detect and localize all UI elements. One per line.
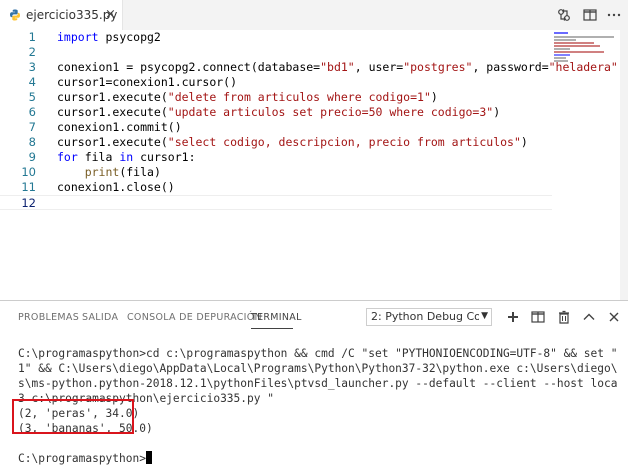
terminal-prompt: C:\programaspython> [18,452,146,465]
tab-title: ejercicio335.py [26,8,118,22]
line-number: 9 [28,150,36,164]
chevron-down-icon: ▼ [481,311,488,321]
compare-changes-icon[interactable] [556,7,572,23]
line-number: 8 [28,135,36,149]
terminal-cursor [145,451,152,464]
editor-tab-bar: ejercicio335.py × [0,0,628,30]
tab-ejercicio335[interactable]: ejercicio335.py × [0,0,123,30]
code-line-1: import psycopg2 [57,30,161,44]
line-number: 11 [21,180,36,194]
code-line-9: for fila in cursor1: [57,150,196,164]
code-editor[interactable]: 1 import psycopg2 2 3 conexion1 = psycop… [0,30,628,300]
close-icon[interactable] [606,309,622,325]
split-editor-icon[interactable] [582,7,598,23]
code-line-6: cursor1.execute("update articulos set pr… [57,105,501,119]
line-number: 4 [28,75,36,89]
terminal-prompt-line: C:\programaspython> [18,451,618,466]
code-line-8: cursor1.execute("select codigo, descripc… [57,135,528,149]
output-highlight-box [12,399,134,434]
code-line-4: cursor1=conexion1.cursor() [57,75,238,89]
tab-consola-depuracion[interactable]: CONSOLA DE DEPURACIÓN [127,312,262,323]
tab-problemas[interactable]: PROBLEMAS [18,312,79,323]
add-terminal-icon[interactable] [505,309,521,325]
trash-icon[interactable] [556,309,572,325]
minimap[interactable] [552,30,628,300]
active-tab-indicator [251,328,293,329]
line-number: 10 [21,165,36,179]
more-actions-icon[interactable] [606,7,622,23]
tab-terminal[interactable]: TERMINAL [251,312,302,323]
line-number: 5 [28,90,36,104]
line-number: 3 [28,60,36,74]
code-line-7: conexion1.commit() [57,120,182,134]
code-line-10: print(fila) [84,165,161,179]
terminal-select[interactable]: 2: Python Debug Consc ▼ [366,308,492,326]
python-file-icon [10,9,20,21]
line-number: 12 [21,196,36,210]
bottom-panel: PROBLEMAS SALIDA CONSOLA DE DEPURACIÓN T… [0,300,628,471]
chevron-up-icon[interactable] [581,309,597,325]
terminal-select-value: 2: Python Debug Consc [371,310,479,323]
line-number: 7 [28,120,36,134]
line-number: 1 [28,30,36,44]
split-terminal-icon[interactable] [530,309,546,325]
terminal-line: s\ms-python.python-2018.12.1\pythonFiles… [18,377,618,390]
code-line-5: cursor1.execute("delete from articulos w… [57,90,438,104]
code-line-11: conexion1.close() [57,180,175,194]
vertical-scrollbar[interactable] [620,30,628,300]
close-icon[interactable]: × [105,7,116,22]
tab-salida[interactable]: SALIDA [82,312,118,323]
terminal-line: C:\programaspython>cd c:\programaspython… [18,347,618,360]
line-number: 6 [28,105,36,119]
line-number: 2 [28,45,36,59]
terminal-line: 1" && C:\Users\diego\AppData\Local\Progr… [18,362,618,375]
code-line-3: conexion1 = psycopg2.connect(database="b… [57,60,618,74]
